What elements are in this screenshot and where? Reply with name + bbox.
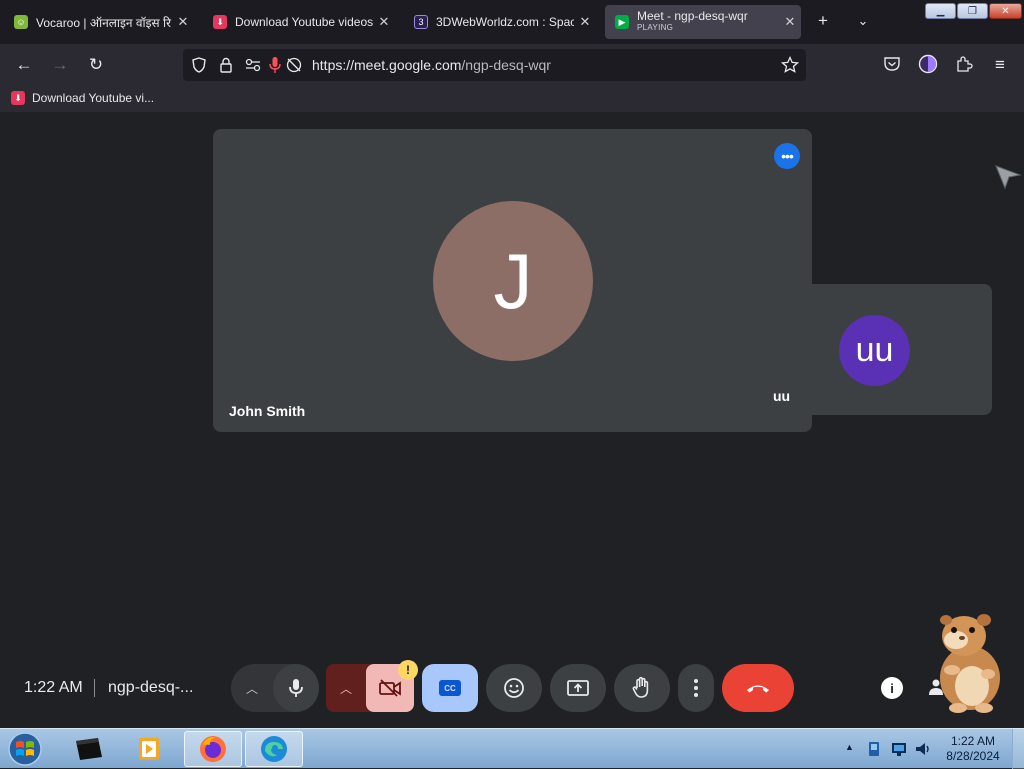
download-icon: ⬇ bbox=[11, 91, 25, 105]
self-avatar: uu bbox=[839, 315, 910, 386]
meeting-info-icon[interactable]: i bbox=[881, 677, 903, 699]
participant-tile-main[interactable]: J John Smith ••• bbox=[213, 129, 812, 432]
tab-meet[interactable]: ▶ Meet - ngp-desq-wqr PLAYING ✕ bbox=[605, 5, 801, 39]
self-name: uu bbox=[773, 388, 791, 404]
meeting-time: 1:22 AM bbox=[24, 679, 83, 696]
address-bar[interactable]: https://meet.google.com/ngp-desq-wqr bbox=[183, 49, 806, 81]
emoji-icon bbox=[504, 678, 524, 698]
self-view-tile[interactable]: uu uu bbox=[757, 284, 992, 415]
hang-up-icon bbox=[747, 685, 769, 693]
bookmark-label: Download Youtube vi... bbox=[32, 91, 155, 105]
present-screen-button[interactable] bbox=[550, 664, 606, 712]
reload-icon[interactable]: ↻ bbox=[83, 53, 109, 77]
microphone-button[interactable] bbox=[273, 664, 319, 712]
hamster-sticker bbox=[940, 614, 1000, 713]
tray-device-icon[interactable] bbox=[866, 740, 882, 758]
mouse-pointer-icon bbox=[995, 165, 1022, 190]
raise-hand-button[interactable] bbox=[614, 664, 670, 712]
forward-icon[interactable]: → bbox=[47, 53, 73, 77]
leave-call-button[interactable] bbox=[722, 664, 794, 712]
captions-button[interactable]: CC bbox=[422, 664, 478, 712]
bookmark-star-icon[interactable] bbox=[781, 56, 799, 74]
minimize-window-icon[interactable]: ▁ bbox=[925, 3, 956, 19]
start-button-icon[interactable] bbox=[5, 731, 45, 767]
extensions-icon[interactable] bbox=[955, 55, 973, 73]
browser-tab-bar: ☺ Vocaroo | ऑनलाइन वॉइस रि ✕ ⬇ Download … bbox=[0, 0, 1024, 44]
microphone-control: ︿ bbox=[231, 664, 319, 712]
show-hidden-icons[interactable]: ▲ bbox=[845, 742, 854, 752]
taskbar-app-window[interactable] bbox=[60, 731, 118, 767]
window-app-icon bbox=[76, 738, 102, 760]
tab-list-icon[interactable]: ⌄ bbox=[850, 9, 876, 33]
lock-icon[interactable] bbox=[219, 57, 233, 73]
vocaroo-icon: ☺ bbox=[14, 15, 28, 29]
audio-settings-chevron-icon[interactable]: ︿ bbox=[231, 680, 273, 697]
tab-title: Vocaroo | ऑनलाइन वॉइस रि bbox=[36, 15, 172, 30]
tab-title: Download Youtube videos bbox=[235, 15, 373, 29]
video-settings-chevron-icon[interactable]: ︿ bbox=[326, 680, 366, 697]
more-options-button[interactable] bbox=[678, 664, 714, 712]
url-host: https://meet.google.com bbox=[312, 57, 462, 73]
pocket-icon[interactable] bbox=[883, 56, 901, 72]
permissions-icon[interactable] bbox=[245, 58, 261, 72]
close-tab-icon[interactable]: ✕ bbox=[172, 14, 194, 30]
camera-blocked-icon[interactable] bbox=[286, 57, 302, 73]
divider bbox=[94, 679, 95, 697]
more-options-icon[interactable]: ••• bbox=[774, 143, 800, 169]
close-window-icon[interactable]: ✕ bbox=[989, 3, 1022, 19]
taskbar-media-player[interactable] bbox=[120, 731, 178, 767]
media-player-icon bbox=[139, 738, 159, 760]
3dweb-icon: 3 bbox=[414, 15, 428, 29]
account-icon[interactable] bbox=[918, 54, 938, 74]
reactions-button[interactable] bbox=[486, 664, 542, 712]
participant-name: John Smith bbox=[229, 403, 306, 419]
taskbar: ▲ 1:22 AM 8/28/2024 bbox=[0, 728, 1024, 769]
shield-icon[interactable] bbox=[191, 57, 207, 73]
present-screen-icon bbox=[567, 680, 589, 696]
back-icon[interactable]: ← bbox=[11, 53, 37, 77]
tab-title: Meet - ngp-desq-wqr bbox=[637, 10, 748, 23]
url-path: /ngp-desq-wqr bbox=[461, 57, 551, 73]
system-clock[interactable]: 1:22 AM 8/28/2024 bbox=[940, 734, 1006, 764]
camera-off-icon bbox=[379, 679, 401, 697]
download-icon: ⬇ bbox=[213, 15, 227, 29]
vertical-dots-icon bbox=[694, 679, 698, 697]
meeting-code: ngp-desq-... bbox=[108, 679, 194, 696]
network-icon[interactable] bbox=[890, 741, 908, 757]
volume-icon[interactable] bbox=[914, 740, 932, 758]
clock-date: 8/28/2024 bbox=[946, 749, 1000, 763]
close-tab-icon[interactable]: ✕ bbox=[574, 14, 596, 30]
taskbar-firefox[interactable] bbox=[184, 731, 242, 767]
firefox-icon bbox=[200, 736, 226, 762]
bookmark-download-youtube[interactable]: ⬇ Download Youtube vi... bbox=[11, 91, 154, 105]
show-desktop-button[interactable] bbox=[1012, 729, 1024, 769]
url-text: https://meet.google.com/ngp-desq-wqr bbox=[312, 57, 551, 73]
new-tab-icon[interactable]: + bbox=[810, 9, 836, 33]
close-tab-icon[interactable]: ✕ bbox=[373, 14, 395, 30]
taskbar-edge[interactable] bbox=[245, 731, 303, 767]
google-meet-icon: ▶ bbox=[615, 15, 629, 29]
bookmarks-bar: ⬇ Download Youtube vi... bbox=[0, 86, 1024, 112]
tab-download-youtube[interactable]: ⬇ Download Youtube videos ✕ bbox=[203, 5, 395, 39]
tab-vocaroo[interactable]: ☺ Vocaroo | ऑनलाइन वॉइस रि ✕ bbox=[4, 5, 194, 39]
tab-3dwebworldz[interactable]: 3 3DWebWorldz.com : Space ✕ bbox=[404, 5, 596, 39]
restore-window-icon[interactable]: ❐ bbox=[957, 3, 988, 19]
browser-nav-bar: ← → ↻ https://meet.google.com/ngp-desq-w… bbox=[0, 44, 1024, 86]
tab-playing-label: PLAYING bbox=[637, 23, 674, 32]
participant-avatar: J bbox=[433, 201, 593, 361]
camera-warning-badge: ! bbox=[398, 660, 418, 680]
microphone-icon bbox=[289, 679, 303, 697]
clock-time: 1:22 AM bbox=[950, 734, 996, 748]
edge-icon bbox=[261, 736, 287, 762]
menu-icon[interactable]: ≡ bbox=[987, 53, 1013, 77]
tab-title: 3DWebWorldz.com : Space bbox=[436, 15, 574, 29]
close-tab-icon[interactable]: ✕ bbox=[779, 14, 801, 30]
microphone-active-icon[interactable] bbox=[269, 56, 281, 74]
meet-stage: J John Smith ••• uu uu 1:22 AM ngp-desq-… bbox=[0, 112, 1024, 728]
captions-icon: CC bbox=[439, 680, 461, 696]
raise-hand-icon bbox=[632, 676, 649, 698]
